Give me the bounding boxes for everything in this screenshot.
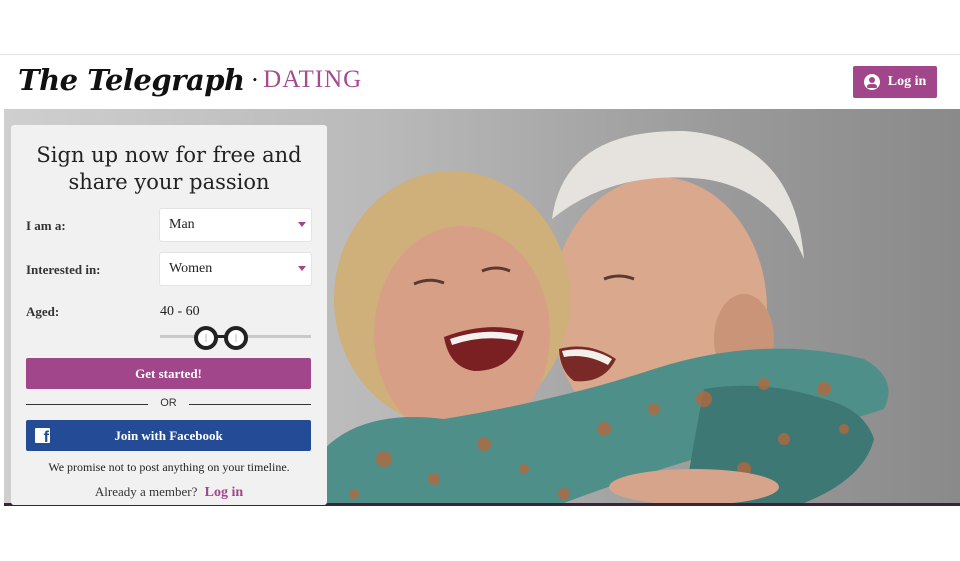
panel-login-link[interactable]: Log in xyxy=(205,485,244,500)
already-member-text: Already a member? xyxy=(94,484,198,499)
signup-panel: Sign up now for free and share your pass… xyxy=(11,125,327,505)
facebook-icon: f xyxy=(35,428,50,443)
headline-line-1: Sign up now for free and xyxy=(36,143,302,167)
or-text: OR xyxy=(160,397,177,409)
logo-product: DATING xyxy=(263,66,363,93)
site-header: The Telegraph • DATING Log in xyxy=(4,55,960,109)
get-started-label: Get started! xyxy=(135,365,202,381)
facebook-promise-text: We promise not to post anything on your … xyxy=(48,460,290,474)
or-divider: OR xyxy=(26,397,311,411)
interested-in-select[interactable]: Women xyxy=(160,253,311,285)
facebook-join-label: Join with Facebook xyxy=(114,427,223,443)
facebook-join-button[interactable]: f Join with Facebook xyxy=(26,420,311,451)
logo-wordmark: The Telegraph xyxy=(18,63,245,97)
logo-separator: • xyxy=(252,72,258,87)
age-slider-max-handle[interactable] xyxy=(224,326,248,350)
header-login-label: Log in xyxy=(887,74,927,89)
i-am-label: I am a: xyxy=(26,218,66,233)
gender-select-value: Man xyxy=(169,217,195,232)
site-logo[interactable]: The Telegraph • DATING xyxy=(18,63,362,97)
headline-line-2: share your passion xyxy=(68,170,270,194)
aged-label: Aged: xyxy=(26,304,60,319)
caret-down-icon xyxy=(298,222,306,227)
or-line-right xyxy=(189,404,311,405)
already-member-row: Already a member? Log in xyxy=(11,484,327,501)
signup-headline: Sign up now for free and share your pass… xyxy=(11,142,327,196)
interested-in-label: Interested in: xyxy=(26,262,101,277)
age-slider-min-handle[interactable] xyxy=(194,326,218,350)
caret-down-icon xyxy=(298,266,306,271)
gender-select[interactable]: Man xyxy=(160,209,311,241)
interested-in-select-value: Women xyxy=(169,261,213,276)
header-login-button[interactable]: Log in xyxy=(853,66,937,98)
get-started-button[interactable]: Get started! xyxy=(26,358,311,389)
age-range-value: 40 - 60 xyxy=(160,304,200,319)
user-circle-icon xyxy=(863,74,880,90)
